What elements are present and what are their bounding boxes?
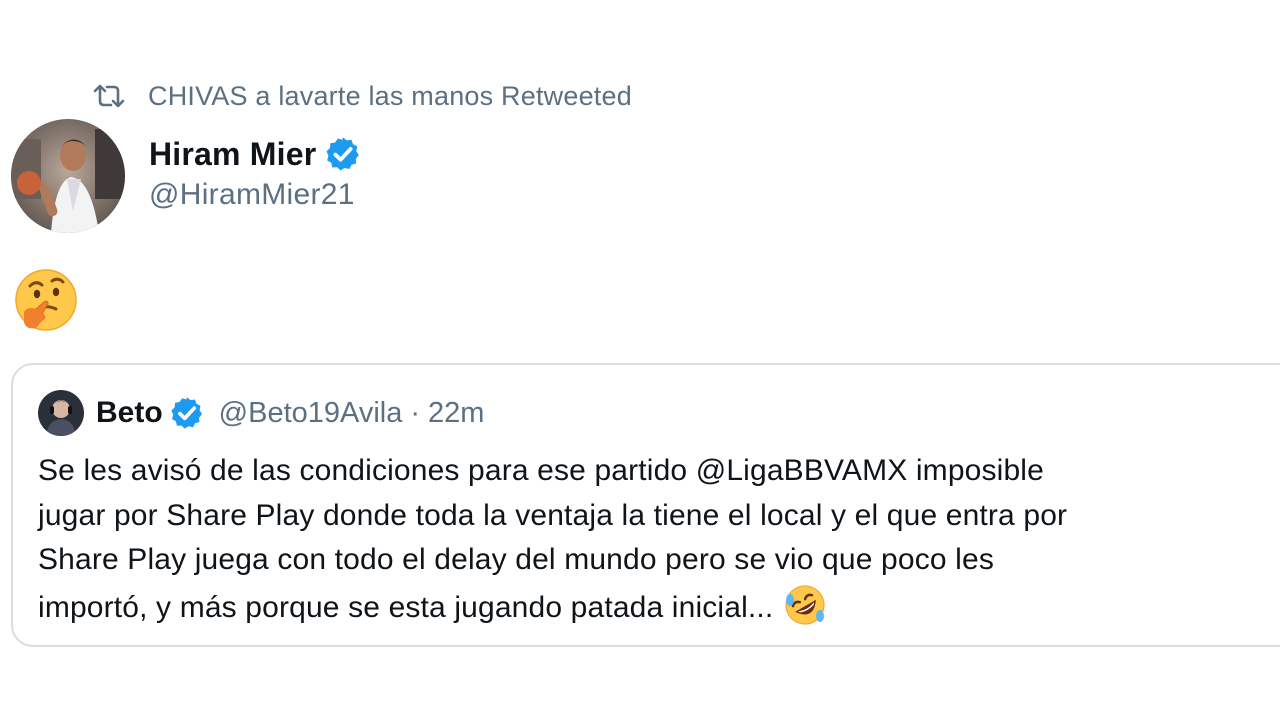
quoted-author-avatar[interactable]: [38, 390, 84, 436]
separator-dot: ·: [410, 396, 421, 429]
verified-badge-icon: [324, 135, 362, 173]
retweet-context-text: CHIVAS a lavarte las manos Retweeted: [148, 80, 632, 111]
retweet-context[interactable]: CHIVAS a lavarte las manos Retweeted: [92, 78, 632, 114]
quoted-tweet-line: jugar por Share Play donde toda la venta…: [38, 498, 1068, 532]
quoted-tweet-line: Se les avisó de las condiciones para ese…: [38, 454, 1044, 487]
author-avatar[interactable]: [11, 119, 125, 233]
quoted-author-name[interactable]: Beto: [96, 396, 163, 430]
tweet-screenshot: CHIVAS a lavarte las manos Retweeted Hir…: [0, 0, 1280, 720]
thinking-face-emoji: [14, 268, 78, 332]
verified-badge-icon: [169, 395, 205, 431]
retweet-icon: [92, 82, 126, 110]
rolling-on-floor-laughing-emoji: [783, 583, 827, 627]
quoted-tweet-line: importó, y más porque se esta jugando pa…: [38, 590, 774, 624]
quoted-tweet-timestamp[interactable]: 22m: [428, 397, 484, 430]
author-name-row[interactable]: Hiram Mier: [149, 132, 362, 176]
quoted-tweet-card[interactable]: Beto @Beto19Avila · 22m Se les avisó de …: [11, 363, 1280, 647]
author-name: Hiram Mier: [149, 135, 317, 172]
quoted-author-handle[interactable]: @Beto19Avila: [219, 397, 403, 430]
quoted-tweet-line: Share Play juega con todo el delay del m…: [38, 543, 994, 576]
quoted-tweet-header: Beto @Beto19Avila · 22m: [38, 389, 484, 437]
quoted-tweet-line-last: importó, y más porque se esta jugando pa…: [38, 583, 1278, 631]
author-handle[interactable]: @HiramMier21: [149, 178, 355, 212]
quoted-tweet-text: Se les avisó de las condiciones para ese…: [38, 449, 1278, 630]
